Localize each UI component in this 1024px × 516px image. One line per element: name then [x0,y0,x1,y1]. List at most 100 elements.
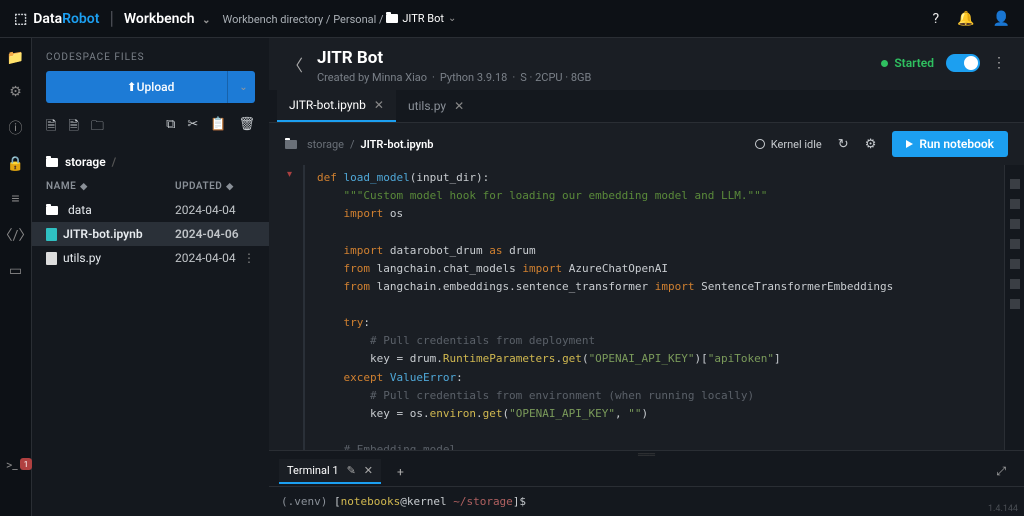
terminal-tab-label: Terminal 1 [287,464,339,477]
activity-rail: 📁 ⚙ ⓘ 🔒 ≡ 〈/〉 ▭ [0,38,32,516]
new-file-icon[interactable]: 🗎 [46,117,56,139]
file-date: 2024-04-04 [175,251,243,265]
prompt-venv: (.venv) [281,495,327,508]
col-updated[interactable]: UPDATED◆ [175,181,255,192]
user-icon[interactable]: 👤 [993,11,1010,27]
list-icon[interactable]: ≡ [11,190,19,207]
col-name[interactable]: NAME◆ [46,181,175,192]
editor-tabs: JITR-bot.ipynb ✕ utils.py ✕ [269,90,1024,123]
file-row-data[interactable]: data 2024-04-04 [32,198,269,222]
help-icon[interactable]: ? [933,11,940,27]
folder-icon [386,14,398,23]
notebook-breadcrumb: storage / JITR-bot.ipynb [285,138,433,151]
terminal-tab-1[interactable]: Terminal 1 ✎ ✕ [279,459,381,484]
file-row-jitr-bot[interactable]: JITR-bot.ipynb 2024-04-06 [32,222,269,246]
codespace-sidebar: CODESPACE FILES ⬆ Upload ⌄ 🗎 🗎 🗀 ⧉ ✂ 📋 🗑… [32,38,269,516]
notifications-icon[interactable]: 🔔 [957,11,974,27]
app-name: Workbench [124,11,195,27]
settings-icon[interactable]: ⚙ [865,137,877,152]
file-name: JITR-bot.ipynb [63,227,143,241]
restart-kernel-icon[interactable]: ↻ [838,137,849,152]
chevron-down-icon: ⌄ [448,13,456,24]
settings-icon[interactable]: ⚙ [9,84,22,100]
code-icon[interactable]: 〈/〉 [0,225,32,245]
app-switcher[interactable]: Workbench ⌄ [124,11,211,27]
prompt-end: ]$ [513,495,526,508]
upload-dropdown[interactable]: ⌄ [227,71,255,103]
project-resources: S · 2CPU · 8GB [520,71,591,84]
prompt-path: ~/storage [453,495,513,508]
rail-marker-icon[interactable] [1010,179,1020,189]
paste-icon[interactable]: 📋 [210,117,226,139]
nb-bc-file: JITR-bot.ipynb [361,138,434,151]
logo-icon: ⬚ [14,11,27,27]
storage-folder[interactable]: storage/ [32,149,269,175]
breadcrumb-dir[interactable]: Workbench directory [223,13,324,26]
run-toggle[interactable] [946,54,980,72]
logo[interactable]: ⬚ DataRobot [14,11,99,27]
logo-text-robot: Robot [62,11,99,27]
chevron-down-icon: ⌄ [239,82,247,93]
breadcrumb-personal[interactable]: Personal [333,13,376,26]
path-sep: / [112,155,117,169]
new-folder-icon[interactable]: 🗀 [91,117,104,139]
notebook-icon [46,228,57,241]
archive-icon[interactable]: ▭ [9,263,22,279]
terminal-tabs: Terminal 1 ✎ ✕ + ⤢ [269,457,1024,487]
main-area: 〈 JITR Bot Created by Minna Xiao·Python … [269,38,1024,516]
tab-jitr-bot[interactable]: JITR-bot.ipynb ✕ [277,90,396,122]
delete-icon[interactable]: 🗑 [238,117,255,139]
upload-button[interactable]: ⬆ Upload ⌄ [46,71,255,103]
tab-utils[interactable]: utils.py ✕ [396,90,476,122]
console-icon[interactable]: >_ [6,458,18,472]
close-icon[interactable]: ✕ [454,99,464,113]
version-label: 1.4.144 [988,504,1018,514]
copy-icon[interactable]: ⧉ [166,117,175,139]
file-date: 2024-04-04 [175,203,243,217]
kernel-status[interactable]: Kernel idle [755,138,822,151]
project-python: Python 3.9.18 [440,71,508,84]
file-icon [46,252,57,265]
rail-marker-icon[interactable] [1010,299,1020,309]
project-title: JITR Bot [317,48,881,68]
run-notebook-button[interactable]: Run notebook [892,131,1008,157]
rail-marker-icon[interactable] [1010,279,1020,289]
add-terminal-button[interactable]: + [389,461,412,483]
nb-bc-folder[interactable]: storage [307,138,344,151]
status-badge: Started [881,56,934,70]
divider: | [109,8,113,29]
console-badge: 1 [20,458,32,470]
project-header: 〈 JITR Bot Created by Minna Xiao·Python … [269,38,1024,90]
row-menu[interactable]: ⋮ [243,251,255,265]
edit-icon[interactable]: ✎ [347,464,356,477]
play-icon [906,140,913,148]
lock-icon[interactable]: 🔒 [7,156,24,172]
file-date: 2024-04-06 [175,227,243,241]
more-menu[interactable]: ⋮ [992,55,1006,71]
run-label: Run notebook [919,137,994,151]
terminal-body[interactable]: (.venv) [notebooks@kernel ~/storage]$ [269,487,1024,516]
status-text: Started [894,56,934,70]
info-icon[interactable]: ⓘ [9,118,23,138]
prompt-host: @kernel [400,495,446,508]
new-notebook-icon[interactable]: 🗎 [68,117,78,139]
kernel-ring-icon [755,139,765,149]
back-button[interactable]: 〈 [287,52,303,76]
breadcrumb-current[interactable]: JITR Bot ⌄ [386,12,456,25]
cut-icon[interactable]: ✂ [187,117,198,139]
rail-marker-icon[interactable] [1010,219,1020,229]
rail-marker-icon[interactable] [1010,239,1020,249]
file-columns-header: NAME◆ UPDATED◆ [32,175,269,198]
rail-marker-icon[interactable] [1010,199,1020,209]
rail-marker-icon[interactable] [1010,259,1020,269]
close-icon[interactable]: ✕ [374,98,384,112]
explorer-icon[interactable]: 📁 [7,50,24,66]
close-icon[interactable]: ✕ [364,464,373,477]
sidebar-tools: 🗎 🗎 🗀 ⧉ ✂ 📋 🗑 [32,113,269,149]
expand-terminal-icon[interactable]: ⤢ [988,460,1014,483]
terminal-panel: ═══ Terminal 1 ✎ ✕ + ⤢ (.venv) [notebook… [269,450,1024,516]
file-name: utils.py [63,251,101,265]
file-name: data [68,203,92,217]
file-row-utils[interactable]: utils.py 2024-04-04 ⋮ [32,246,269,270]
sort-icon: ◆ [80,182,87,192]
